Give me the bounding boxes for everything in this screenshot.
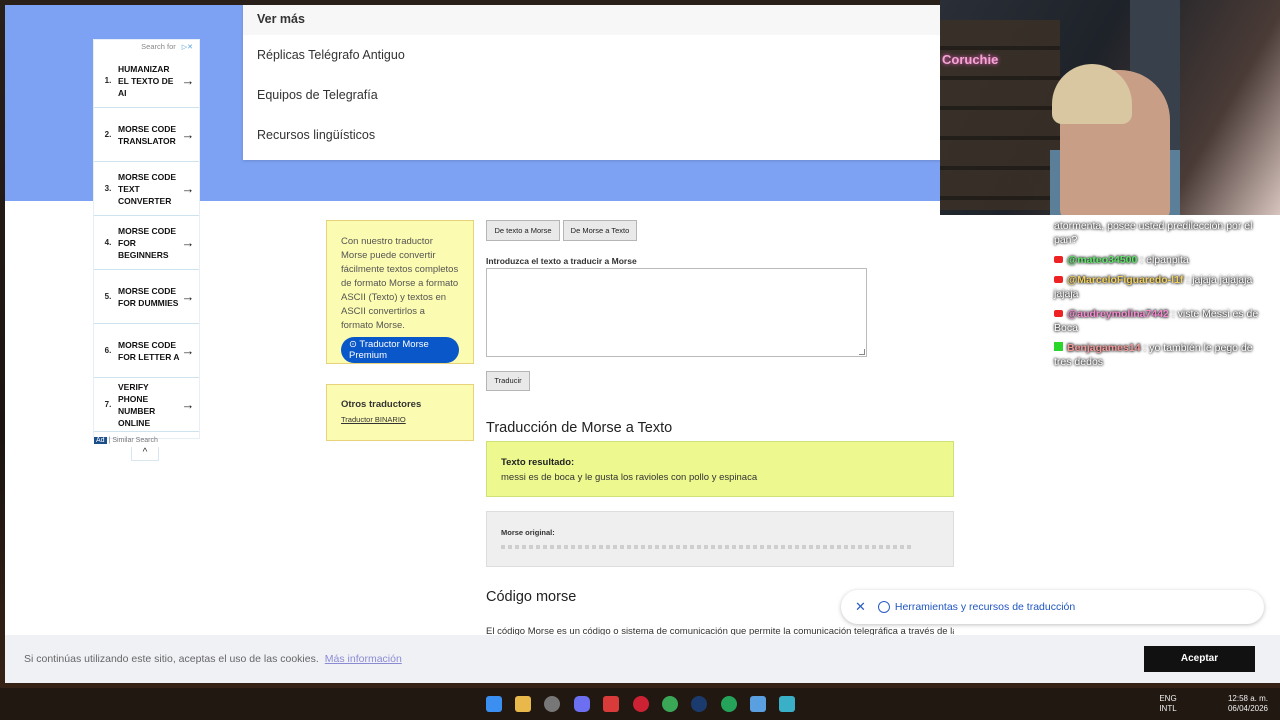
other-translators-box: Otros traductores Traductor BINARIO bbox=[326, 384, 474, 441]
ad-sidebar: Search for ▷✕ 1. HUMANIZAR EL TEXTO DE AI… bbox=[93, 39, 200, 444]
ad-item-label: MORSE CODE TRANSLATOR bbox=[118, 123, 177, 146]
arrow-right-icon: → bbox=[181, 73, 195, 88]
input-label: Introduzca el texto a traducir a Morse bbox=[486, 256, 637, 266]
morse-section-heading: Código morse bbox=[486, 589, 577, 605]
premium-button[interactable]: ⊙ Traductor Morse Premium bbox=[341, 337, 459, 363]
chat-message: @MarceloFiguaredo-l1f : jajaja jajajaja … bbox=[1054, 274, 1253, 300]
app-icon[interactable] bbox=[603, 696, 619, 712]
ad-item-number: 7. bbox=[104, 400, 112, 409]
ad-item-number: 4. bbox=[104, 238, 112, 247]
result-box: Texto resultado: messi es de boca y le g… bbox=[486, 441, 954, 497]
ad-item[interactable]: 1. HUMANIZAR EL TEXTO DE AI → bbox=[94, 54, 199, 108]
ad-item[interactable]: 3. MORSE CODE TEXT CONVERTER → bbox=[94, 162, 199, 216]
original-morse-value bbox=[501, 545, 911, 549]
ad-item-label: MORSE CODE TEXT CONVERTER bbox=[118, 171, 177, 206]
app-icon[interactable] bbox=[750, 696, 766, 712]
ad-item[interactable]: 7. VERIFY PHONE NUMBER ONLINE → bbox=[94, 378, 199, 432]
ad-footer: Ad | Similar Search bbox=[94, 437, 158, 444]
arrow-right-icon: → bbox=[181, 397, 195, 412]
cookie-message: Si continúas utilizando este sitio, acep… bbox=[24, 653, 319, 665]
ad-header: Search for ▷✕ bbox=[141, 42, 193, 51]
tools-label[interactable]: Herramientas y recursos de traducción bbox=[895, 601, 1075, 613]
ad-item[interactable]: 4. MORSE CODE FOR BEGINNERS → bbox=[94, 216, 199, 270]
ver-mas-header[interactable]: Ver más bbox=[243, 5, 941, 35]
cookie-banner: Si continúas utilizando este sitio, acep… bbox=[5, 635, 1280, 683]
arrow-right-icon: → bbox=[181, 289, 195, 304]
chat-message: @audreymolina7442 : viste Messi es de Bo… bbox=[1054, 308, 1259, 334]
menu-item-replicas[interactable]: Réplicas Telégrafo Antiguo bbox=[243, 35, 941, 75]
webcam-shelf bbox=[940, 20, 1060, 210]
ad-item-number: 5. bbox=[104, 292, 112, 301]
resize-grip-icon[interactable] bbox=[859, 349, 865, 355]
neon-sign: Coruchie bbox=[942, 52, 999, 67]
kick-icon bbox=[1054, 342, 1063, 351]
steam-icon[interactable] bbox=[691, 696, 707, 712]
text-to-morse-button[interactable]: De texto a Morse bbox=[486, 220, 560, 241]
morse-input[interactable] bbox=[486, 268, 867, 357]
arrow-right-icon: → bbox=[181, 127, 195, 142]
ad-item-number: 1. bbox=[104, 76, 112, 85]
ad-item[interactable]: 2. MORSE CODE TRANSLATOR → bbox=[94, 108, 199, 162]
result-label: Texto resultado: bbox=[501, 457, 575, 468]
youtube-icon bbox=[1054, 256, 1063, 263]
youtube-icon bbox=[1054, 276, 1063, 283]
cookie-accept-button[interactable]: Aceptar bbox=[1144, 646, 1255, 672]
plus-circle-icon bbox=[877, 601, 890, 613]
intro-text: Con nuestro traductor Morse puede conver… bbox=[341, 236, 459, 331]
tools-pill[interactable]: ✕ Herramientas y recursos de traducción bbox=[841, 590, 1264, 624]
ad-item-label: MORSE CODE FOR DUMMIES bbox=[118, 285, 179, 308]
file-explorer-icon[interactable] bbox=[515, 696, 531, 712]
original-morse-box: Morse original: bbox=[486, 511, 954, 567]
youtube-icon bbox=[1054, 310, 1063, 317]
ad-info-icon[interactable]: ▷✕ bbox=[182, 44, 193, 51]
result-value: messi es de boca y le gusta los ravioles… bbox=[501, 472, 758, 483]
chat-overlay: atormenta, posee usted predilección por … bbox=[1054, 219, 1264, 375]
ver-mas-dropdown: Ver más Réplicas Telégrafo Antiguo Equip… bbox=[243, 5, 941, 160]
menu-item-equipos[interactable]: Equipos de Telegrafía bbox=[243, 75, 941, 115]
whatsapp-icon[interactable] bbox=[721, 696, 737, 712]
ad-item-label: VERIFY PHONE NUMBER ONLINE bbox=[118, 381, 156, 428]
intro-box: Con nuestro traductor Morse puede conver… bbox=[326, 220, 474, 364]
cookie-more-info-link[interactable]: Más información bbox=[325, 653, 402, 665]
binary-translator-link[interactable]: Traductor BINARIO bbox=[341, 415, 459, 424]
close-icon[interactable]: ✕ bbox=[855, 599, 866, 615]
ad-item-label: MORSE CODE FOR BEGINNERS bbox=[118, 225, 177, 260]
arrow-right-icon: → bbox=[181, 343, 195, 358]
arrow-right-icon: → bbox=[181, 235, 195, 250]
clock[interactable]: 12:58 a. m. 06/04/2026 bbox=[1218, 694, 1268, 714]
discord-icon[interactable] bbox=[574, 696, 590, 712]
language-indicator[interactable]: ENG INTL bbox=[1156, 694, 1180, 714]
app-icon[interactable] bbox=[633, 696, 649, 712]
chat-message: Benjagames14 : yo también le pego de tre… bbox=[1054, 342, 1253, 368]
chevron-up-icon[interactable]: ^ bbox=[131, 447, 159, 461]
chrome-icon[interactable] bbox=[662, 696, 678, 712]
other-translators-title: Otros traductores bbox=[341, 399, 422, 410]
chat-message: atormenta, posee usted predilección por … bbox=[1054, 220, 1253, 246]
ad-item[interactable]: 6. MORSE CODE FOR LETTER A → bbox=[94, 324, 199, 378]
windows-start-icon[interactable] bbox=[486, 696, 502, 712]
ad-item[interactable]: 5. MORSE CODE FOR DUMMIES → bbox=[94, 270, 199, 324]
ad-item-label: MORSE CODE FOR LETTER A bbox=[118, 339, 180, 362]
translate-button[interactable]: Traducir bbox=[486, 371, 530, 391]
morse-to-text-button[interactable]: De Morse a Texto bbox=[563, 220, 637, 241]
original-morse-label: Morse original: bbox=[501, 528, 555, 537]
obs-icon[interactable] bbox=[544, 696, 560, 712]
menu-item-recursos[interactable]: Recursos lingüísticos bbox=[243, 115, 941, 155]
ad-badge: Ad bbox=[94, 437, 107, 444]
ad-item-label: HUMANIZAR EL TEXTO DE AI bbox=[118, 63, 174, 98]
chat-message: @mateo34500 : elpanpita bbox=[1054, 253, 1264, 267]
result-heading: Traducción de Morse a Texto bbox=[486, 420, 673, 436]
arrow-right-icon: → bbox=[181, 181, 195, 196]
webcam-overlay: Coruchie bbox=[940, 0, 1280, 215]
ad-item-number: 6. bbox=[104, 346, 112, 355]
ad-item-number: 3. bbox=[104, 184, 112, 193]
app-icon[interactable] bbox=[779, 696, 795, 712]
ad-item-number: 2. bbox=[104, 130, 112, 139]
taskbar: ENG INTL 12:58 a. m. 06/04/2026 bbox=[0, 688, 1280, 720]
